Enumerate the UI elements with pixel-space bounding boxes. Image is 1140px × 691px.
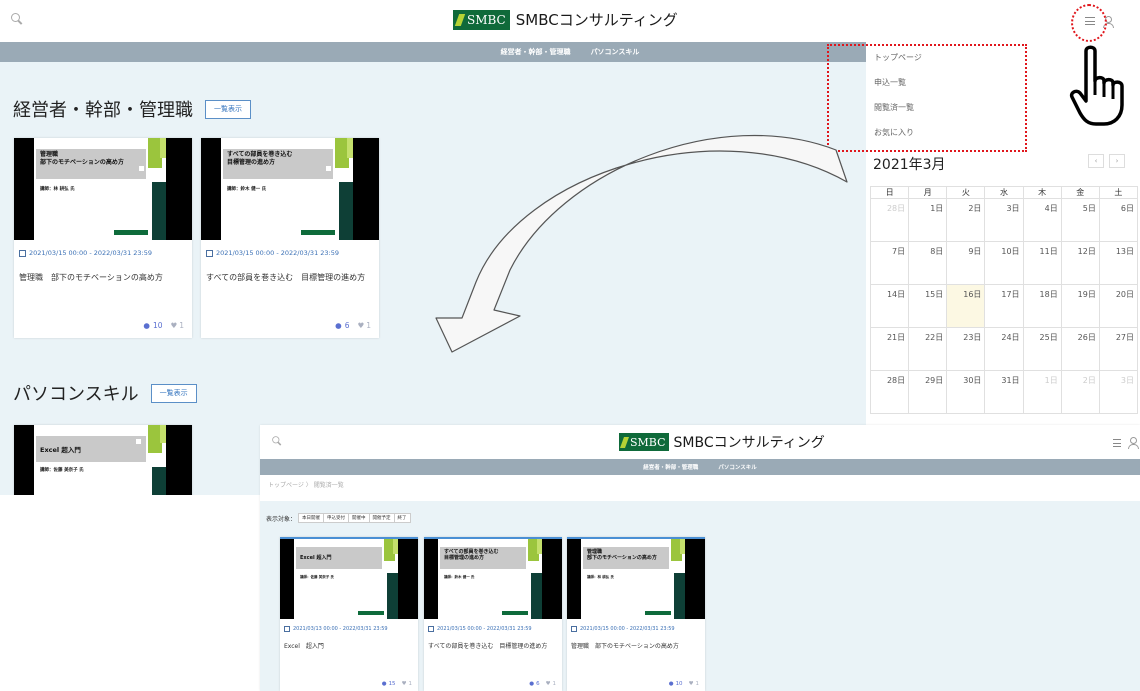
composite-screenshot: SMBC SMBCコンサルティング 経営者・幹部・管理職 パソコンスキル 経営者… [0, 0, 1140, 691]
transition-arrow-icon [435, 134, 848, 353]
